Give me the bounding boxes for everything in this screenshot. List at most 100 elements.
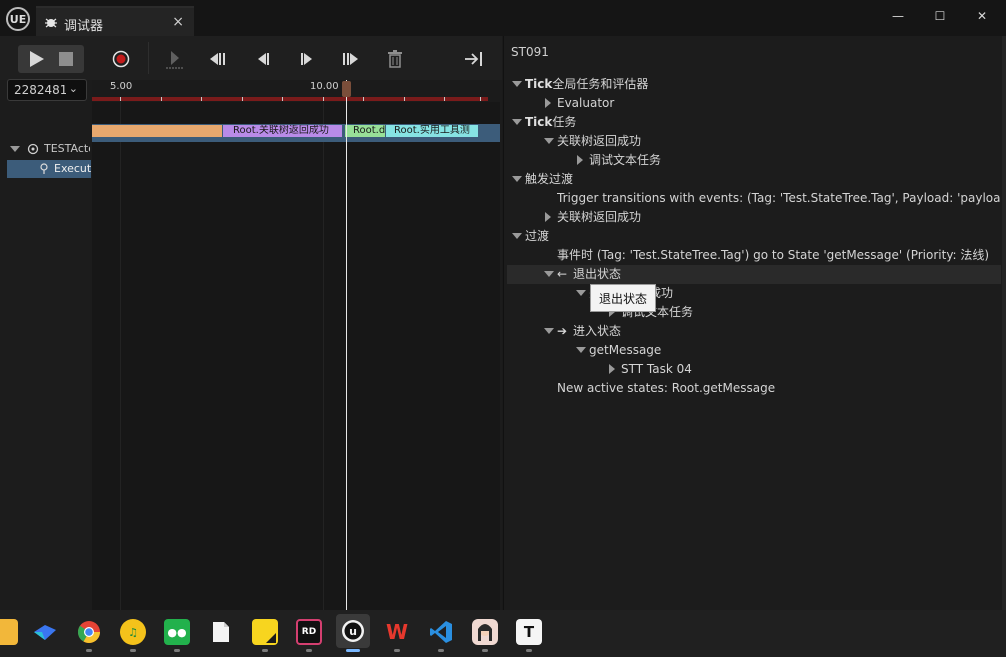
step-forward-icon	[301, 53, 312, 65]
file-explorer-icon[interactable]	[0, 619, 18, 645]
tree-row-label: 关联树返回成功	[557, 134, 642, 148]
playhead-line[interactable]	[346, 80, 347, 610]
avatar-app-icon[interactable]	[472, 619, 498, 645]
unreal-engine-taskbar-icon[interactable]: u	[336, 614, 370, 648]
details-title: ST091	[511, 45, 549, 59]
tree-row-label: 过渡	[525, 229, 550, 243]
ruler-tick	[201, 97, 202, 101]
tree-row-label: getMessage	[589, 343, 662, 357]
time-ruler[interactable]: 5.00 10.00	[92, 80, 500, 102]
minimize-button[interactable]: —	[880, 4, 916, 28]
jump-end-button[interactable]	[339, 49, 363, 69]
ruler-tick	[120, 97, 121, 101]
state-segment-3[interactable]: Root.d	[345, 125, 385, 137]
tree-row-transition-text: 事件时 (Tag: 'Test.StateTree.Tag') go to St…	[557, 246, 989, 265]
music-app-icon[interactable]: ♫	[120, 619, 146, 645]
details-pane: ST091 Tick全局任务和评估器 Evaluator Tick任务 关联树返…	[503, 36, 1006, 610]
record-button[interactable]	[110, 49, 132, 69]
track-execution-label: Execution	[54, 162, 91, 175]
step-forward-button[interactable]	[296, 49, 318, 69]
feishu-icon[interactable]	[32, 619, 58, 645]
os-taskbar: ♫ ●● RD u W T	[0, 610, 1006, 657]
unreal-logo-icon: UE	[6, 7, 30, 31]
collapse-arrow-icon[interactable]	[512, 176, 522, 182]
ruler-tick	[480, 97, 481, 101]
wps-icon[interactable]: W	[384, 619, 410, 645]
tree-row-label: Trigger transitions with events: (Tag: '…	[557, 191, 1001, 205]
title-bar: UE 调试器 × — ☐ ✕	[0, 0, 1006, 36]
play-button[interactable]	[26, 49, 48, 69]
sticky-notes-icon[interactable]	[252, 619, 278, 645]
expand-arrow-icon[interactable]	[577, 155, 583, 165]
clear-button[interactable]	[384, 48, 406, 70]
collapse-arrow-icon[interactable]	[512, 233, 522, 239]
step-into-icon	[166, 51, 184, 69]
svg-text:u: u	[349, 625, 357, 638]
track-execution-row[interactable]: Execution	[7, 160, 91, 178]
collapse-arrow-icon[interactable]	[544, 271, 554, 277]
playhead-handle[interactable]	[342, 81, 351, 97]
gridline	[120, 102, 121, 610]
expand-arrow-icon[interactable]	[609, 364, 615, 374]
jump-start-button[interactable]	[207, 49, 229, 69]
instance-select[interactable]: 22824815 ⌄	[7, 79, 87, 101]
tree-row-label: STT Task 04	[621, 362, 692, 376]
chrome-icon[interactable]	[76, 619, 102, 645]
expand-arrow-icon[interactable]	[545, 212, 551, 222]
tree-row-trigger-event-text: Trigger transitions with events: (Tag: '…	[557, 189, 1001, 208]
ruler-bar	[92, 97, 488, 101]
close-tab-icon[interactable]: ×	[172, 14, 184, 30]
stop-icon	[59, 52, 73, 66]
ruler-tick	[444, 97, 445, 101]
typora-icon[interactable]: T	[516, 619, 542, 645]
tree-row-label: Evaluator	[557, 96, 615, 110]
tab-label: 调试器	[64, 19, 104, 34]
track-actor-row[interactable]: TESTActor	[0, 141, 90, 158]
auto-scroll-button[interactable]	[462, 49, 486, 69]
running-indicator	[262, 649, 268, 652]
timeline-view[interactable]: 5.00 10.00 Root.关联树返回成功 Root.d Root.实用工具…	[92, 80, 500, 610]
ruler-label-5: 5.00	[110, 81, 133, 92]
notepad-icon[interactable]	[208, 619, 234, 645]
state-segment-1[interactable]	[92, 125, 222, 137]
running-indicator	[526, 649, 532, 652]
step-back-button[interactable]	[252, 49, 274, 69]
timeline-pane: 22824815 ⌄ TESTActor Execution 5.00 10.0…	[0, 36, 502, 610]
stop-button[interactable]	[56, 49, 76, 69]
tree-row-label: 全局任务和评估器	[552, 77, 649, 91]
tree-row-bold: Tick	[525, 115, 553, 129]
wechat-icon[interactable]: ●●	[164, 619, 190, 645]
tree-row-label: 触发过渡	[525, 172, 574, 186]
active-indicator	[346, 649, 360, 652]
state-tree-icon	[27, 143, 39, 155]
collapse-arrow-icon[interactable]	[576, 347, 586, 353]
close-window-button[interactable]: ✕	[964, 4, 1000, 28]
collapse-right-icon	[465, 52, 482, 66]
collapse-arrow-icon[interactable]	[544, 328, 554, 334]
step-into-button[interactable]	[164, 48, 186, 70]
play-icon	[30, 51, 44, 67]
collapse-arrow-icon[interactable]	[512, 119, 522, 125]
track-actor-label: TESTActor	[44, 142, 90, 155]
running-indicator	[86, 649, 92, 652]
chevron-down-icon: ⌄	[68, 82, 78, 95]
rider-icon[interactable]: RD	[296, 619, 322, 645]
arrow-left-icon: ←	[557, 267, 568, 281]
details-scrollbar[interactable]	[1002, 36, 1006, 610]
state-segment-2[interactable]: Root.关联树返回成功	[223, 125, 342, 137]
running-indicator	[174, 649, 180, 652]
tree-row-label: 事件时 (Tag: 'Test.StateTree.Tag') go to St…	[557, 248, 990, 262]
collapse-arrow-icon[interactable]	[544, 138, 554, 144]
maximize-button[interactable]: ☐	[922, 4, 958, 28]
collapse-arrow-icon[interactable]	[512, 81, 522, 87]
running-indicator	[438, 649, 444, 652]
expand-arrow-icon[interactable]	[10, 146, 20, 152]
debugger-window: UE 调试器 × — ☐ ✕ 2282481 ⌄ TESTAct Execut …	[0, 0, 1006, 610]
vscode-icon[interactable]	[428, 619, 454, 645]
expand-arrow-icon[interactable]	[545, 98, 551, 108]
jump-end-icon	[343, 53, 358, 65]
collapse-arrow-icon[interactable]	[576, 290, 586, 296]
tab-debugger[interactable]: 调试器 ×	[36, 6, 194, 36]
step-back-icon	[258, 53, 269, 65]
state-segment-4[interactable]: Root.实用工具测	[386, 125, 478, 137]
